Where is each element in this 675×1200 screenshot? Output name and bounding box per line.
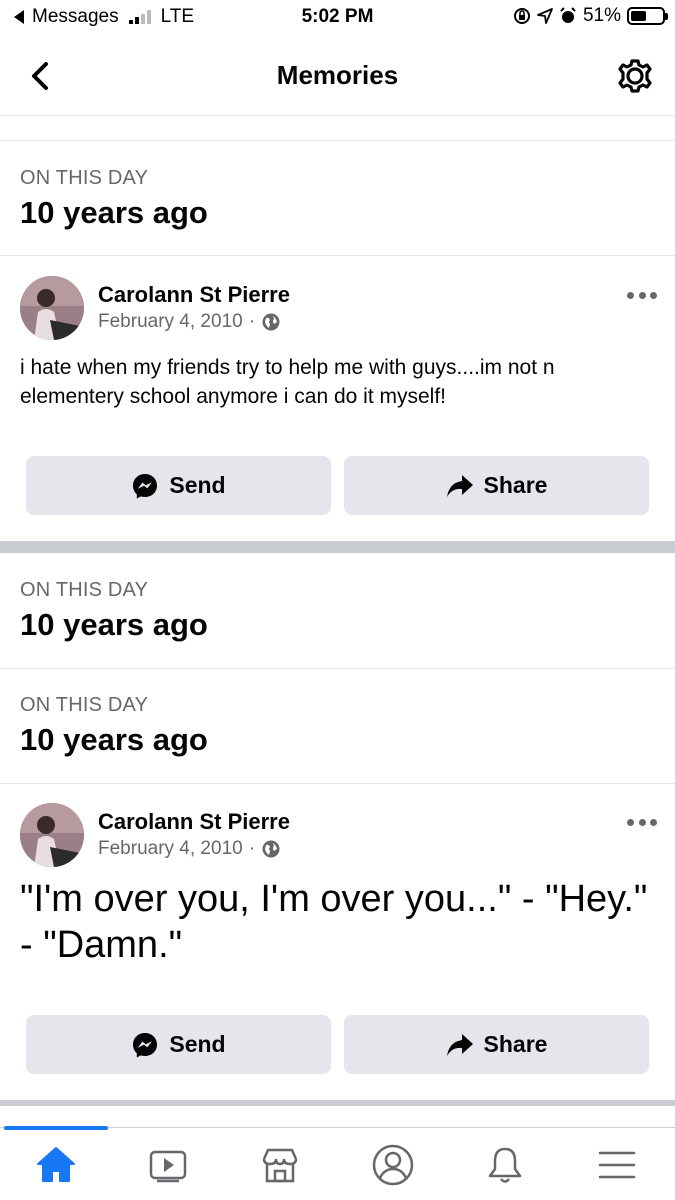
share-arrow-icon [446, 1033, 473, 1056]
more-options-icon[interactable] [627, 292, 657, 302]
post-text: i hate when my friends try to help me wi… [20, 356, 555, 408]
share-arrow-icon [446, 474, 473, 497]
orientation-lock-icon [513, 8, 530, 24]
bottom-tab-bar [0, 1126, 675, 1200]
messenger-icon [133, 1032, 158, 1057]
send-label: Send [169, 1031, 226, 1057]
send-button[interactable]: Send [26, 1015, 331, 1074]
memory-post: Carolann St Pierre February 4, 2010 · i … [0, 256, 675, 541]
page-title: Memories [276, 60, 399, 90]
memory-post: Carolann St Pierre February 4, 2010 · "I… [0, 784, 675, 1100]
section-separator [0, 1100, 675, 1106]
send-label: Send [169, 472, 226, 498]
post-meta: February 4, 2010 · [98, 838, 281, 860]
tab-home[interactable] [0, 1126, 112, 1200]
notifications-icon [488, 1147, 522, 1183]
location-icon [537, 8, 553, 24]
globe-icon [262, 840, 280, 858]
video-icon [149, 1150, 187, 1182]
on-this-day-label: ON THIS DAY [20, 579, 149, 601]
avatar[interactable] [20, 276, 84, 340]
active-tab-indicator [4, 1126, 108, 1130]
marketplace-icon [262, 1148, 298, 1182]
battery-icon [627, 7, 668, 25]
globe-icon [262, 313, 280, 331]
section-separator [0, 541, 675, 553]
battery-percent: 51% [582, 5, 621, 26]
home-icon [37, 1146, 75, 1182]
on-this-day-label: ON THIS DAY [20, 694, 149, 716]
tab-watch[interactable] [112, 1128, 224, 1200]
on-this-day-header: ON THIS DAY 10 years ago [0, 553, 675, 667]
meta-separator: · [248, 838, 256, 859]
post-meta: February 4, 2010 · [98, 311, 281, 333]
meta-separator: · [248, 311, 256, 332]
on-this-day-label: ON THIS DAY [20, 167, 149, 189]
share-button[interactable]: Share [344, 456, 649, 515]
share-label: Share [483, 1031, 548, 1057]
years-ago-label: 10 years ago [20, 607, 208, 642]
post-text: "I'm over you, I'm over you..." - "Hey."… [20, 878, 648, 966]
tab-menu[interactable] [561, 1128, 673, 1200]
share-label: Share [483, 472, 548, 498]
profile-icon [372, 1144, 414, 1185]
profile-photo [20, 803, 84, 867]
post-author[interactable]: Carolann St Pierre [98, 282, 290, 308]
post-date[interactable]: February 4, 2010 [98, 311, 243, 333]
send-button[interactable]: Send [26, 456, 331, 515]
tab-profile[interactable] [337, 1128, 449, 1200]
menu-icon [598, 1151, 636, 1178]
years-ago-label: 10 years ago [20, 195, 208, 230]
more-options-icon[interactable] [627, 819, 657, 829]
alarm-icon [560, 7, 576, 23]
post-author[interactable]: Carolann St Pierre [98, 809, 290, 835]
profile-photo [20, 276, 84, 340]
post-date[interactable]: February 4, 2010 [98, 838, 243, 860]
gear-icon[interactable] [615, 56, 655, 96]
on-this-day-header: ON THIS DAY 10 years ago [0, 141, 675, 255]
tab-notifications[interactable] [449, 1128, 561, 1200]
messenger-icon [133, 473, 158, 498]
header: Memories [0, 36, 675, 116]
status-bar: Messages LTE 5:02 PM 51% [0, 0, 675, 36]
tab-marketplace[interactable] [224, 1128, 336, 1200]
avatar[interactable] [20, 803, 84, 867]
years-ago-label: 10 years ago [20, 722, 208, 757]
share-button[interactable]: Share [344, 1015, 649, 1074]
status-bar-right: 51% [513, 5, 668, 27]
on-this-day-header: ON THIS DAY 10 years ago [0, 669, 675, 783]
